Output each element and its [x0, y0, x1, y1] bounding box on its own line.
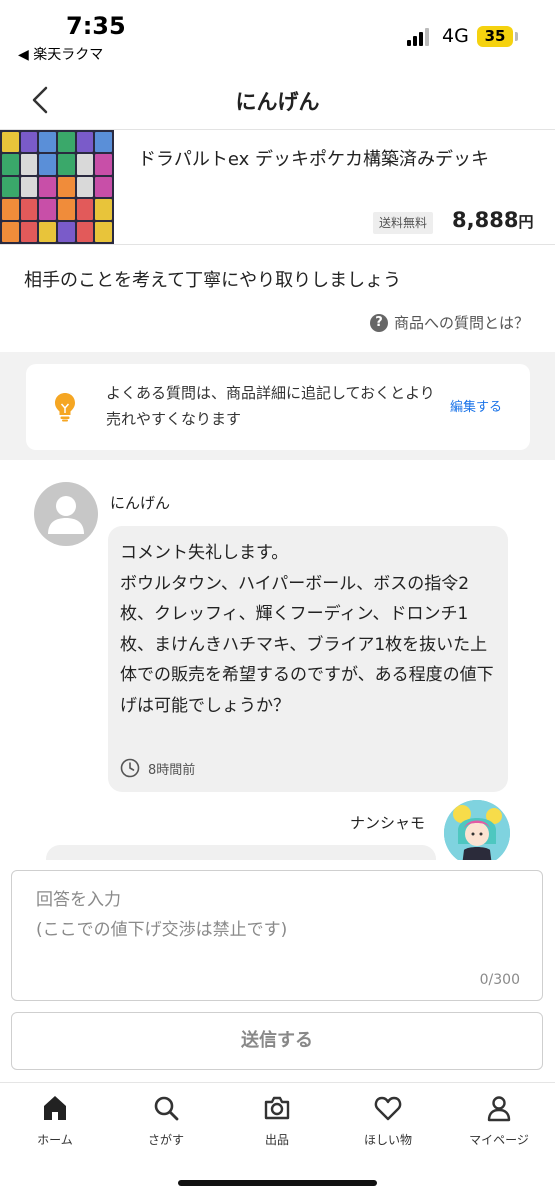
card-tile [39, 176, 56, 198]
card-tile [57, 221, 75, 242]
heart-icon [374, 1096, 402, 1121]
signal-icon [407, 28, 433, 46]
status-bar: 7:35 ◀ 楽天ラクマ 4G 35 [0, 0, 555, 72]
tab-home-label: ホーム [37, 1133, 73, 1147]
character-counter: 0/300 [479, 972, 520, 988]
card-tile [2, 154, 19, 175]
card-tile [76, 154, 94, 175]
card-tile [2, 199, 19, 220]
home-indicator[interactable] [178, 1180, 377, 1186]
network-label: 4G [442, 25, 469, 47]
answer-bubble [46, 845, 436, 860]
question-help-label: 商品への質問とは？ [393, 314, 529, 332]
back-to-app-link[interactable]: ◀ 楽天ラクマ [18, 44, 103, 64]
tab-search[interactable]: さがす [121, 1093, 211, 1157]
question-user-name: にんげん [110, 494, 171, 512]
lightbulb-icon [55, 393, 75, 422]
card-tile [20, 132, 38, 153]
card-tile [95, 176, 112, 198]
tab-wishlist-label: ほしい物 [363, 1133, 412, 1147]
card-tile [76, 199, 94, 220]
price-unit: 円 [518, 213, 534, 231]
card-tile [39, 132, 56, 153]
avatar-illustration [444, 800, 510, 860]
edit-link[interactable]: 編集する [450, 396, 502, 415]
battery-tip [515, 32, 518, 41]
search-icon [154, 1096, 179, 1121]
page-title: にんげん [235, 90, 320, 114]
card-tile [76, 176, 94, 198]
card-tile [20, 154, 38, 175]
product-price: 8,888円 [452, 208, 533, 232]
default-avatar-icon[interactable] [34, 482, 98, 546]
person-icon [487, 1096, 511, 1122]
card-tile [20, 176, 38, 198]
card-tile [2, 221, 19, 242]
tip-text: よくある質問は、商品詳細に追記しておくとより売れやすくなります [106, 384, 435, 428]
tab-mypage-label: マイページ [469, 1133, 529, 1147]
card-tile [57, 154, 75, 175]
tab-bar: ホーム さがす 出品 ほしい物 マイページ [0, 1082, 555, 1160]
etiquette-notice: 相手のことを考えて丁寧にやり取りしましょう [24, 270, 402, 291]
tab-sell[interactable]: 出品 [232, 1093, 322, 1157]
card-tile [95, 221, 112, 242]
product-thumbnail[interactable] [0, 130, 114, 244]
question-bubble: コメント失礼します。 ボウルタウン、ハイパーボール、ボスの指令2枚、クレッフィ、… [108, 526, 508, 792]
card-tile [2, 176, 19, 198]
tab-wishlist[interactable]: ほしい物 [343, 1093, 433, 1157]
card-tile [20, 199, 38, 220]
send-button[interactable]: 送信する [11, 1012, 543, 1070]
card-tile [95, 154, 112, 175]
page-header: にんげん [0, 72, 555, 130]
user-avatar[interactable] [444, 800, 510, 860]
card-tile [57, 199, 75, 220]
price-value: 8,888 [452, 208, 519, 232]
card-tile [39, 154, 56, 175]
question-text: コメント失礼します。 ボウルタウン、ハイパーボール、ボスの指令2枚、クレッフィ、… [120, 543, 494, 716]
question-mark-icon: ? [369, 313, 388, 332]
product-name: ドラパルトex デッキポケカ構築済みデッキ [138, 149, 489, 170]
card-tile [39, 199, 56, 220]
card-tile [2, 132, 19, 153]
product-summary[interactable]: ドラパルトex デッキポケカ構築済みデッキ 送料無料 8,888円 [0, 130, 555, 245]
tip-card: よくある質問は、商品詳細に追記しておくとより売れやすくなります 編集する [26, 364, 530, 450]
battery-icon: 35 [477, 26, 513, 47]
card-tile [39, 221, 56, 242]
answer-input[interactable]: 回答を入力 (ここでの値下げ交渉は禁止です) 0/300 [11, 870, 543, 1001]
question-time: 8時間前 [148, 763, 196, 778]
card-tile [76, 132, 94, 153]
camera-icon [264, 1096, 290, 1120]
card-tile [95, 132, 112, 153]
question-help-link[interactable]: ? 商品への質問とは？ [369, 312, 529, 333]
conversation: にんげん コメント失礼します。 ボウルタウン、ハイパーボール、ボスの指令2枚、ク… [0, 460, 555, 860]
card-tile [57, 132, 75, 153]
tab-home[interactable]: ホーム [10, 1093, 100, 1157]
card-tile [20, 221, 38, 242]
answer-user-name: ナンシャモ [350, 814, 426, 832]
status-time: 7:35 [66, 12, 126, 40]
answer-placeholder: 回答を入力 (ここでの値下げ交渉は禁止です) [36, 890, 288, 940]
home-icon [44, 1096, 66, 1120]
tab-search-label: さがす [147, 1133, 184, 1147]
card-tile [95, 199, 112, 220]
tab-sell-label: 出品 [264, 1133, 289, 1147]
shipping-free-badge: 送料無料 [373, 212, 434, 234]
card-tile [57, 176, 75, 198]
tab-mypage[interactable]: マイページ [454, 1093, 544, 1157]
clock-icon [120, 758, 140, 778]
person-silhouette-icon [48, 496, 84, 534]
card-tile [76, 221, 94, 242]
